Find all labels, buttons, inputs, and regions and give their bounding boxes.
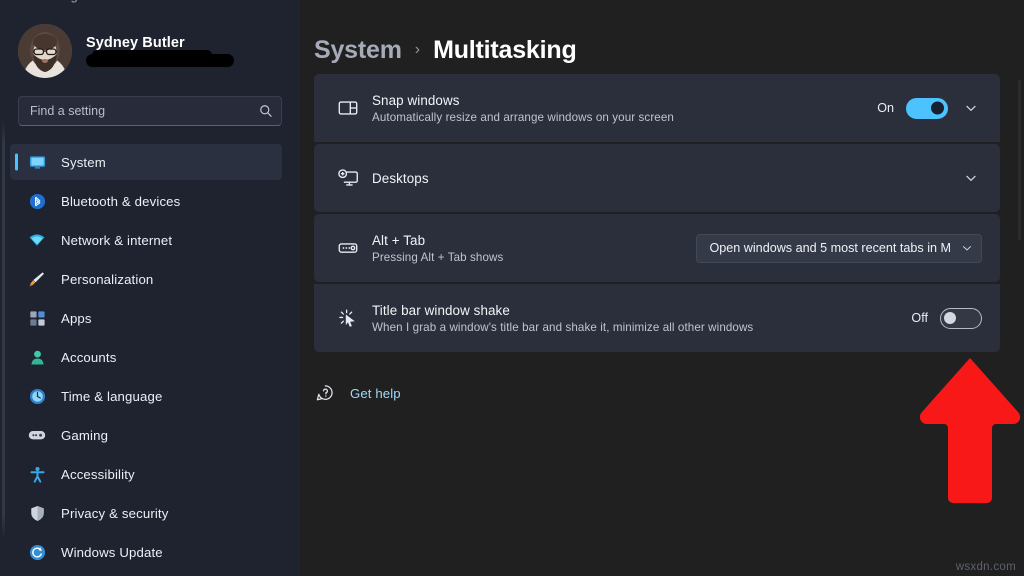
chevron-right-icon: ›	[415, 41, 420, 59]
chevron-down-icon[interactable]	[960, 167, 982, 189]
toggle-state-label: Off	[908, 311, 928, 325]
clock-globe-icon	[28, 387, 46, 405]
chevron-down-icon[interactable]	[961, 242, 973, 254]
sidebar-item-label: Apps	[61, 311, 92, 326]
setting-title: Alt + Tab	[372, 233, 696, 248]
sidebar-item-label: Accessibility	[61, 467, 135, 482]
update-arrows-icon	[28, 543, 46, 561]
sidebar-item-network-internet[interactable]: Network & internet	[10, 222, 282, 258]
toggle-knob	[944, 312, 956, 324]
page-title: Multitasking	[433, 36, 576, 65]
sidebar-item-windows-update[interactable]: Windows Update	[10, 534, 282, 570]
accessibility-icon	[28, 465, 46, 483]
sidebar-item-label: Windows Update	[61, 545, 163, 560]
setting-title: Desktops	[372, 171, 960, 186]
help-bubble-icon	[314, 382, 336, 404]
content-scrollbar[interactable]	[1018, 80, 1021, 240]
setting-controls	[960, 167, 982, 189]
apps-grid-icon	[28, 309, 46, 327]
settings-window: Settings	[0, 0, 1024, 576]
sidebar-item-label: Gaming	[61, 428, 108, 443]
setting-row-desktops[interactable]: Desktops	[314, 144, 1000, 212]
setting-row-alt-tab[interactable]: Alt + Tab Pressing Alt + Tab shows Open …	[314, 214, 1000, 282]
dropdown-value: Open windows and 5 most recent tabs in M	[709, 241, 951, 255]
sidebar-item-label: Network & internet	[61, 233, 172, 248]
breadcrumb: System › Multitasking	[314, 0, 1000, 74]
sidebar-item-personalization[interactable]: Personalization	[10, 261, 282, 297]
setting-subtitle: Pressing Alt + Tab shows	[372, 251, 696, 264]
sidebar-item-apps[interactable]: Apps	[10, 300, 282, 336]
setting-text: Alt + Tab Pressing Alt + Tab shows	[368, 233, 696, 264]
sidebar-item-label: Personalization	[61, 272, 153, 287]
breadcrumb-parent-link[interactable]: System	[314, 36, 402, 65]
sidebar-item-label: Bluetooth & devices	[61, 194, 180, 209]
avatar[interactable]	[18, 24, 72, 78]
chevron-down-icon[interactable]	[960, 97, 982, 119]
sidebar-item-label: Time & language	[61, 389, 162, 404]
account-email-redacted	[86, 54, 234, 67]
sidebar-item-gaming[interactable]: Gaming	[10, 417, 282, 453]
setting-text: Desktops	[368, 171, 960, 186]
person-icon	[28, 348, 46, 366]
sidebar-item-privacy-security[interactable]: Privacy & security	[10, 495, 282, 531]
sidebar-item-time-language[interactable]: Time & language	[10, 378, 282, 414]
sidebar-item-system[interactable]: System	[10, 144, 282, 180]
toggle-state-label: On	[874, 101, 894, 115]
sidebar-item-bluetooth-devices[interactable]: Bluetooth & devices	[10, 183, 282, 219]
monitor-icon	[28, 153, 46, 171]
setting-subtitle: Automatically resize and arrange windows…	[372, 111, 874, 124]
setting-row-title-bar-window-shake[interactable]: Title bar window shake When I grab a win…	[314, 284, 1000, 352]
setting-text: Snap windows Automatically resize and ar…	[368, 93, 874, 124]
watermark: wsxdn.com	[956, 561, 1016, 573]
window-title: Settings	[36, 0, 85, 3]
get-help-label: Get help	[350, 386, 401, 401]
gamepad-icon	[28, 426, 46, 444]
account-text: Sydney Butler	[86, 35, 234, 67]
desktops-add-icon	[328, 167, 368, 189]
snap-layout-icon	[328, 97, 368, 119]
sidebar-scrollbar[interactable]	[2, 120, 5, 540]
settings-content: System › Multitasking Snap windows Autom…	[300, 0, 1024, 576]
settings-card-list: Snap windows Automatically resize and ar…	[314, 74, 1000, 352]
setting-controls: Open windows and 5 most recent tabs in M	[696, 234, 982, 263]
sidebar-item-label: Accounts	[61, 350, 116, 365]
search-icon[interactable]	[259, 104, 273, 118]
get-help-link[interactable]: Get help	[314, 382, 401, 404]
sidebar-item-label: Privacy & security	[61, 506, 169, 521]
alt-tab-dropdown[interactable]: Open windows and 5 most recent tabs in M	[696, 234, 982, 263]
sidebar-item-label: System	[61, 155, 106, 170]
cursor-shake-icon	[328, 307, 368, 329]
setting-text: Title bar window shake When I grab a win…	[368, 303, 908, 334]
sidebar-item-accounts[interactable]: Accounts	[10, 339, 282, 375]
keyboard-tab-icon	[328, 237, 368, 259]
snap-windows-toggle[interactable]	[906, 98, 948, 119]
search-input[interactable]	[30, 104, 259, 118]
settings-sidebar: Settings	[0, 0, 300, 576]
bluetooth-icon	[28, 192, 46, 210]
account-block[interactable]: Sydney Butler	[0, 6, 300, 84]
setting-subtitle: When I grab a window's title bar and sha…	[372, 321, 908, 334]
setting-row-snap-windows[interactable]: Snap windows Automatically resize and ar…	[314, 74, 1000, 142]
sidebar-nav: System Bluetooth & devices	[0, 144, 300, 570]
account-name: Sydney Butler	[86, 35, 234, 51]
wifi-icon	[28, 231, 46, 249]
title-bar-shake-toggle[interactable]	[940, 308, 982, 329]
setting-controls: On	[874, 97, 982, 119]
setting-title: Snap windows	[372, 93, 874, 108]
setting-controls: Off	[908, 308, 982, 329]
shield-icon	[28, 504, 46, 522]
setting-title: Title bar window shake	[372, 303, 908, 318]
sidebar-item-accessibility[interactable]: Accessibility	[10, 456, 282, 492]
toggle-knob	[931, 102, 944, 115]
paintbrush-icon	[28, 270, 46, 288]
search-box[interactable]	[18, 96, 282, 126]
